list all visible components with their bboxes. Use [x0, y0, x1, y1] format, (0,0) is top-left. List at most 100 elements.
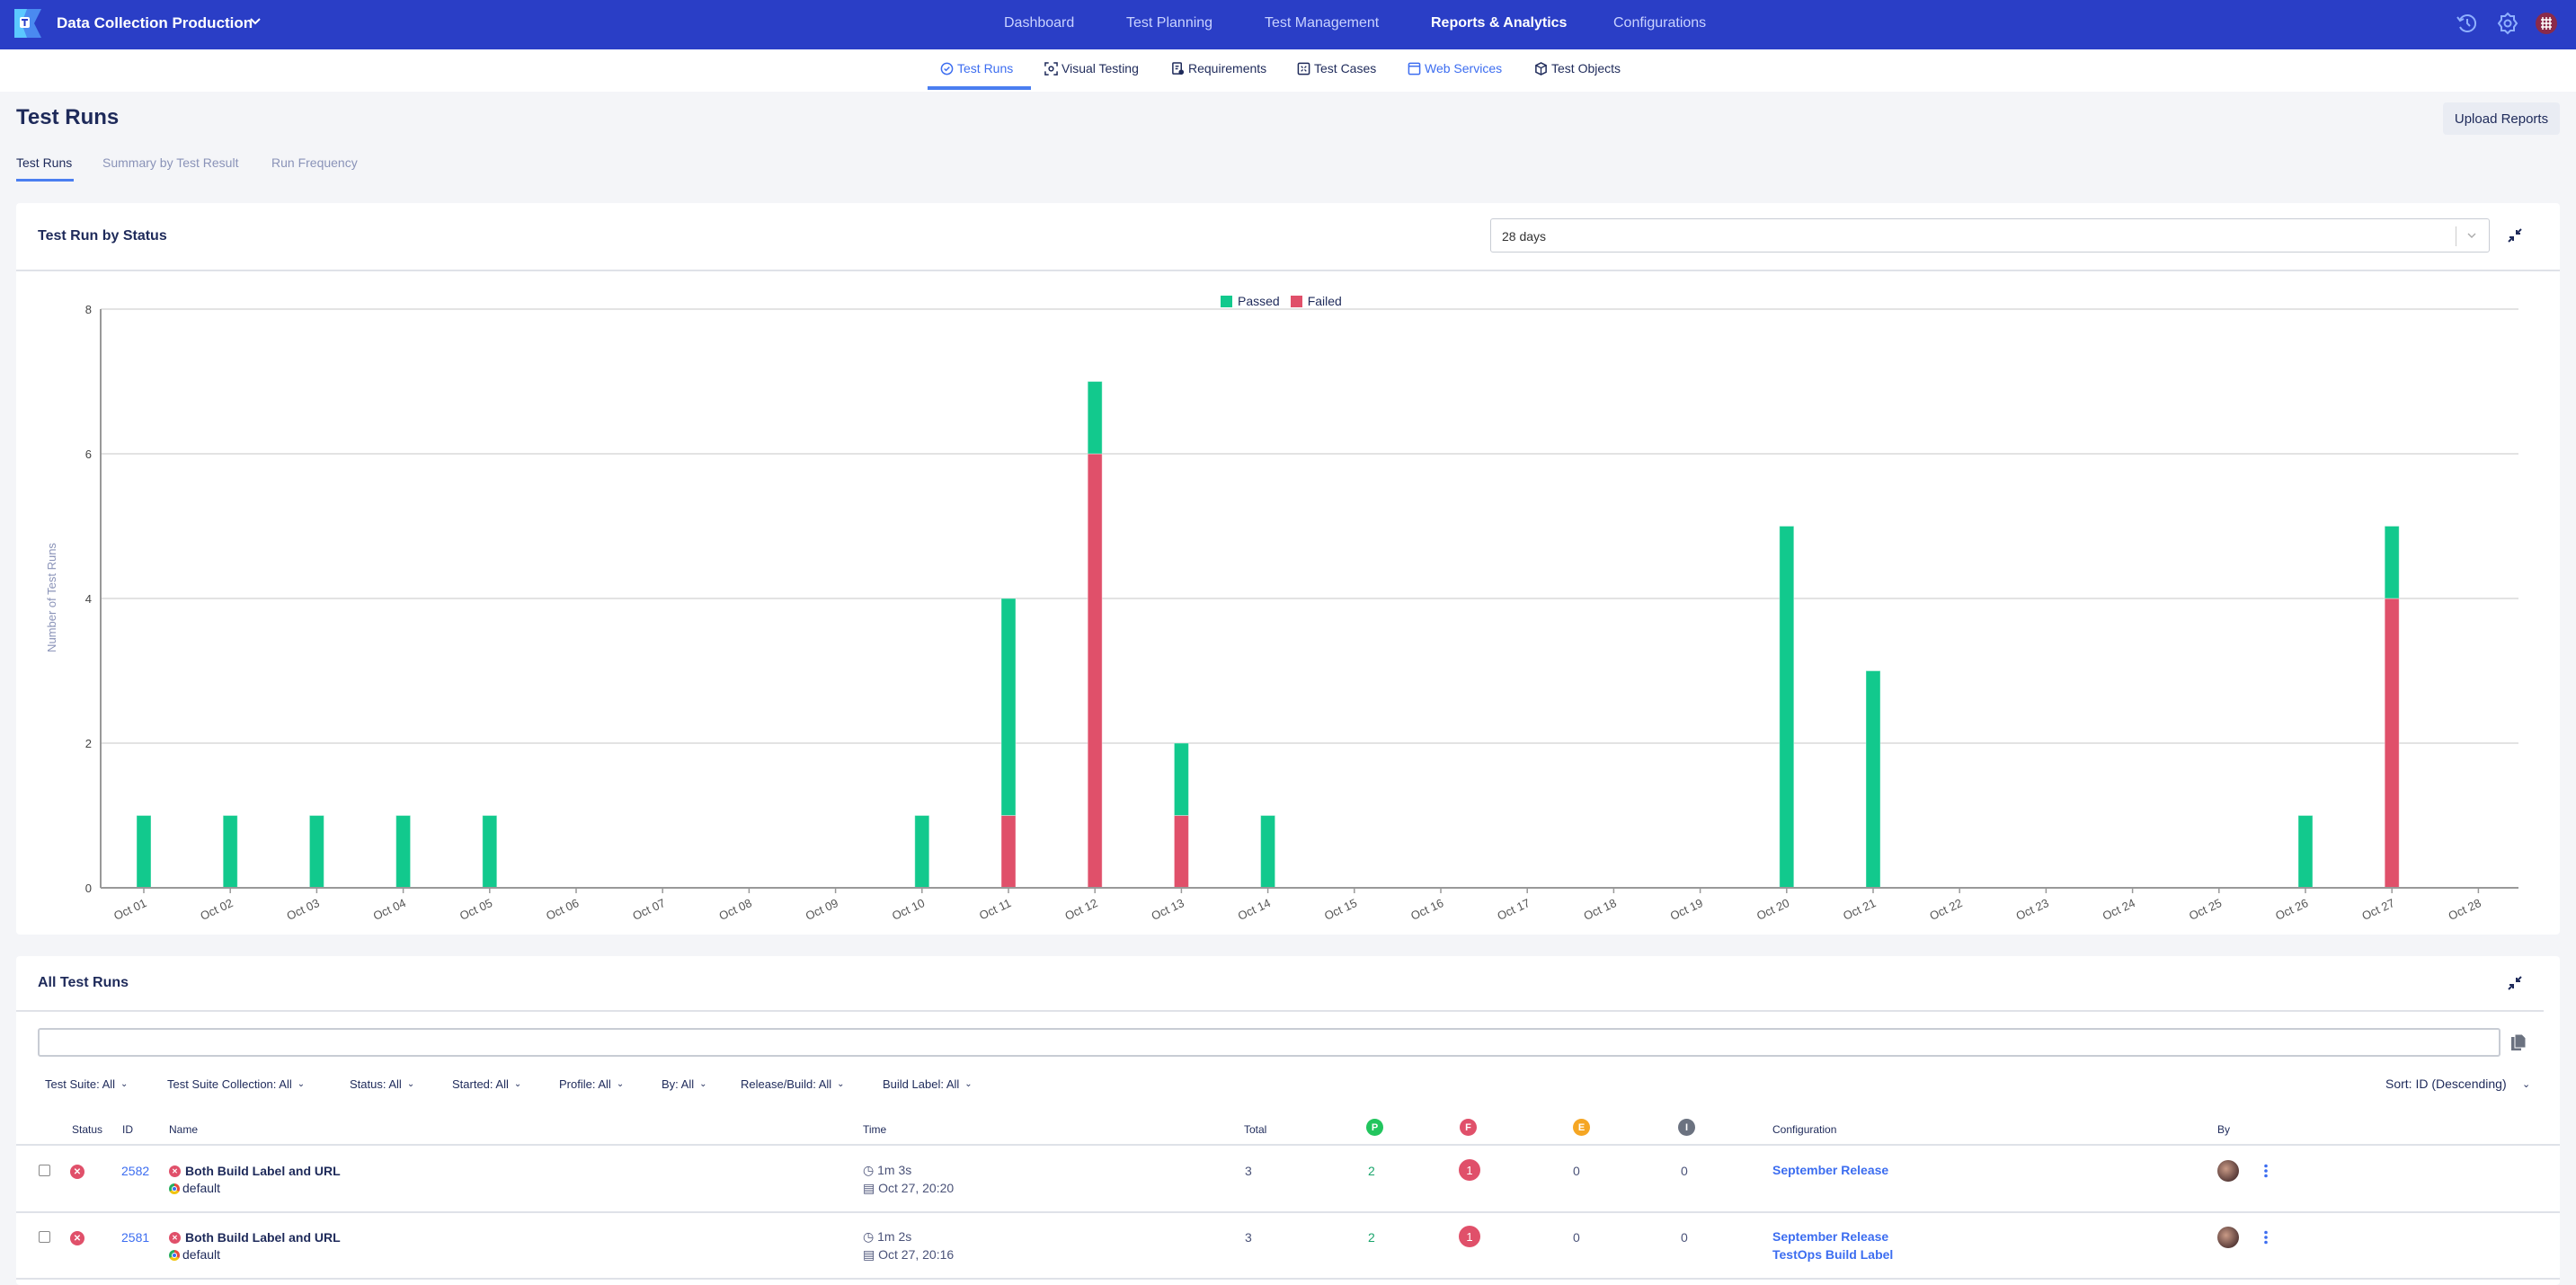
- kebab-menu-icon[interactable]: [2263, 1230, 2269, 1245]
- calendar-icon: ▤: [863, 1247, 875, 1262]
- bar-passed[interactable]: [395, 815, 412, 889]
- x-tick-label: Oct 15: [1322, 896, 1359, 923]
- x-tick-label: Oct 13: [1150, 896, 1186, 923]
- x-tick-label: Oct 23: [2014, 896, 2051, 923]
- bar-passed[interactable]: [1000, 598, 1017, 816]
- kebab-menu-icon[interactable]: [2263, 1164, 2269, 1178]
- user-avatar[interactable]: [2217, 1227, 2239, 1248]
- bar-passed[interactable]: [2384, 526, 2400, 599]
- runs-card-divider: [16, 1010, 2544, 1012]
- calendar-icon: ▤: [863, 1181, 875, 1195]
- run-id-link[interactable]: 2582: [121, 1164, 149, 1178]
- x-tick-label: Oct 18: [1582, 896, 1619, 923]
- x-tick-label: Oct 20: [1754, 896, 1791, 923]
- x-tick-label: Oct 22: [1927, 896, 1964, 923]
- bar-failed[interactable]: [2384, 598, 2400, 889]
- run-id-link[interactable]: 2581: [121, 1230, 149, 1245]
- build-label-link[interactable]: TestOps Build Label: [1772, 1247, 1893, 1262]
- x-tick-label: Oct 03: [285, 896, 322, 923]
- x-tick-label: Oct 19: [1668, 896, 1705, 923]
- filter-dropdown[interactable]: Release/Build: All ⌄: [741, 1077, 845, 1091]
- runs-card: [16, 956, 2560, 1285]
- profile-label: default: [182, 1247, 221, 1262]
- bar-failed[interactable]: [1000, 815, 1017, 889]
- chevron-down-icon: ⌄: [964, 1079, 973, 1089]
- filter-label: Build Label: All: [883, 1077, 960, 1091]
- failed-count-badge: 1: [1459, 1226, 1480, 1247]
- bar-failed[interactable]: [1173, 815, 1189, 889]
- bar-passed[interactable]: [1087, 381, 1103, 455]
- bar-passed[interactable]: [308, 815, 324, 889]
- chevron-down-icon: ⌄: [616, 1079, 625, 1089]
- row-checkbox[interactable]: [39, 1231, 50, 1243]
- col-passed-badge: P: [1366, 1119, 1383, 1136]
- col-total: Total: [1244, 1123, 1267, 1136]
- bar-passed[interactable]: [482, 815, 498, 889]
- chevron-down-icon[interactable]: ⌄: [2522, 1078, 2530, 1090]
- bar-passed[interactable]: [914, 815, 930, 889]
- runs-card-title: All Test Runs: [38, 975, 129, 990]
- filter-label: Profile: All: [559, 1077, 611, 1091]
- col-time: Time: [863, 1123, 887, 1136]
- row-checkbox[interactable]: [39, 1165, 50, 1176]
- row-divider: [16, 1278, 2560, 1280]
- bar-passed[interactable]: [222, 815, 238, 889]
- duration-value: 1m 3s: [877, 1163, 912, 1177]
- passed-count: 2: [1368, 1164, 1375, 1178]
- started-value: Oct 27, 20:20: [878, 1181, 955, 1195]
- run-name-link[interactable]: Both Build Label and URL: [185, 1164, 341, 1178]
- bar-failed[interactable]: [1087, 453, 1103, 889]
- run-profile: default: [169, 1247, 220, 1262]
- chevron-down-icon: ⌄: [297, 1079, 306, 1089]
- chevron-down-icon: ⌄: [837, 1079, 845, 1089]
- filter-label: Started: All: [452, 1077, 509, 1091]
- total-count: 3: [1245, 1164, 1252, 1178]
- chevron-down-icon: ⌄: [120, 1079, 129, 1089]
- filter-dropdown[interactable]: By: All ⌄: [662, 1077, 707, 1091]
- col-incomplete-badge: I: [1678, 1119, 1695, 1136]
- configuration-link[interactable]: September Release: [1772, 1229, 1888, 1244]
- x-tick-label: Oct 27: [2359, 896, 2396, 923]
- bar-passed[interactable]: [1260, 815, 1276, 889]
- search-input[interactable]: [38, 1028, 2500, 1057]
- col-name: Name: [169, 1123, 199, 1136]
- error-count: 0: [1573, 1164, 1580, 1178]
- filter-label: Release/Build: All: [741, 1077, 832, 1091]
- chrome-icon: [169, 1183, 180, 1195]
- x-tick-label: Oct 14: [1236, 896, 1273, 923]
- bar-passed[interactable]: [1779, 526, 1795, 889]
- configuration-link[interactable]: September Release: [1772, 1163, 1888, 1177]
- row-divider: [16, 1211, 2560, 1213]
- y-axis-label: Number of Test Runs: [45, 543, 58, 652]
- filter-dropdown[interactable]: Status: All ⌄: [350, 1077, 414, 1091]
- filter-dropdown[interactable]: Profile: All ⌄: [559, 1077, 624, 1091]
- y-tick-label: 4: [85, 592, 92, 606]
- bar-passed[interactable]: [1173, 742, 1189, 816]
- run-profile: default: [169, 1181, 220, 1195]
- incomplete-count: 0: [1681, 1164, 1688, 1178]
- filter-dropdown[interactable]: Test Suite Collection: All ⌄: [167, 1077, 305, 1091]
- x-tick-label: Oct 07: [630, 896, 667, 923]
- bar-passed[interactable]: [136, 815, 152, 889]
- y-tick-label: 2: [85, 737, 92, 750]
- failed-status-icon: ✕: [70, 1231, 84, 1245]
- profile-label: default: [182, 1181, 221, 1195]
- col-by: By: [2217, 1123, 2231, 1136]
- bar-passed[interactable]: [1865, 670, 1881, 889]
- filter-dropdown[interactable]: Test Suite: All ⌄: [45, 1077, 128, 1091]
- x-tick-label: Oct 11: [977, 896, 1013, 922]
- user-avatar[interactable]: [2217, 1160, 2239, 1182]
- collapse-icon[interactable]: [2506, 974, 2524, 992]
- copy-icon[interactable]: [2510, 1033, 2527, 1051]
- filter-dropdown[interactable]: Build Label: All ⌄: [883, 1077, 973, 1091]
- filter-dropdown[interactable]: Started: All ⌄: [452, 1077, 521, 1091]
- col-error-badge: E: [1573, 1119, 1590, 1136]
- x-tick-label: Oct 12: [1062, 896, 1099, 923]
- run-name-link[interactable]: Both Build Label and URL: [185, 1230, 341, 1245]
- total-count: 3: [1245, 1230, 1252, 1245]
- filter-label: Test Suite: All: [45, 1077, 116, 1091]
- bar-passed[interactable]: [2297, 815, 2314, 889]
- filter-label: Test Suite Collection: All: [167, 1077, 292, 1091]
- sort-select[interactable]: Sort: ID (Descending): [2385, 1077, 2507, 1091]
- x-tick-label: Oct 10: [890, 896, 927, 923]
